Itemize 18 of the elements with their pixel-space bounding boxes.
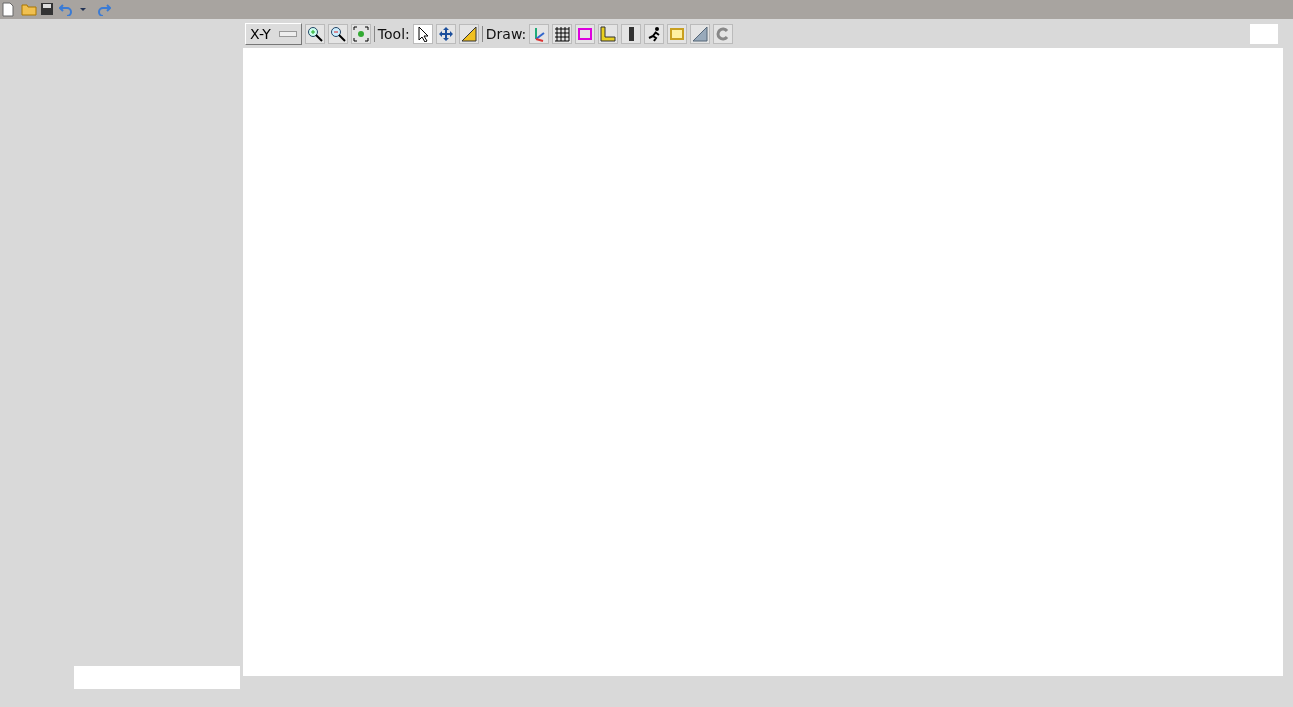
view-select[interactable]: X-Y	[245, 23, 302, 45]
zoom-in-icon[interactable]	[304, 24, 325, 44]
refresh-icon[interactable]	[713, 24, 734, 44]
axes-icon[interactable]	[529, 24, 550, 44]
grid-icon[interactable]	[552, 24, 573, 44]
hatched-triangle-icon[interactable]	[690, 24, 711, 44]
move-arrows-icon[interactable]	[435, 24, 456, 44]
draw-label: Draw:	[481, 26, 527, 42]
bar-icon[interactable]	[621, 24, 642, 44]
blank-panel	[1250, 24, 1278, 44]
running-figure-icon[interactable]	[644, 24, 665, 44]
save-icon[interactable]	[40, 1, 56, 18]
zoom-out-icon[interactable]	[327, 24, 348, 44]
input-field[interactable]	[74, 666, 240, 689]
triangle-ruler-icon[interactable]	[458, 24, 479, 44]
fit-view-icon[interactable]	[350, 24, 371, 44]
pointer-icon[interactable]	[412, 24, 433, 44]
tool-label: Tool:	[373, 26, 410, 42]
